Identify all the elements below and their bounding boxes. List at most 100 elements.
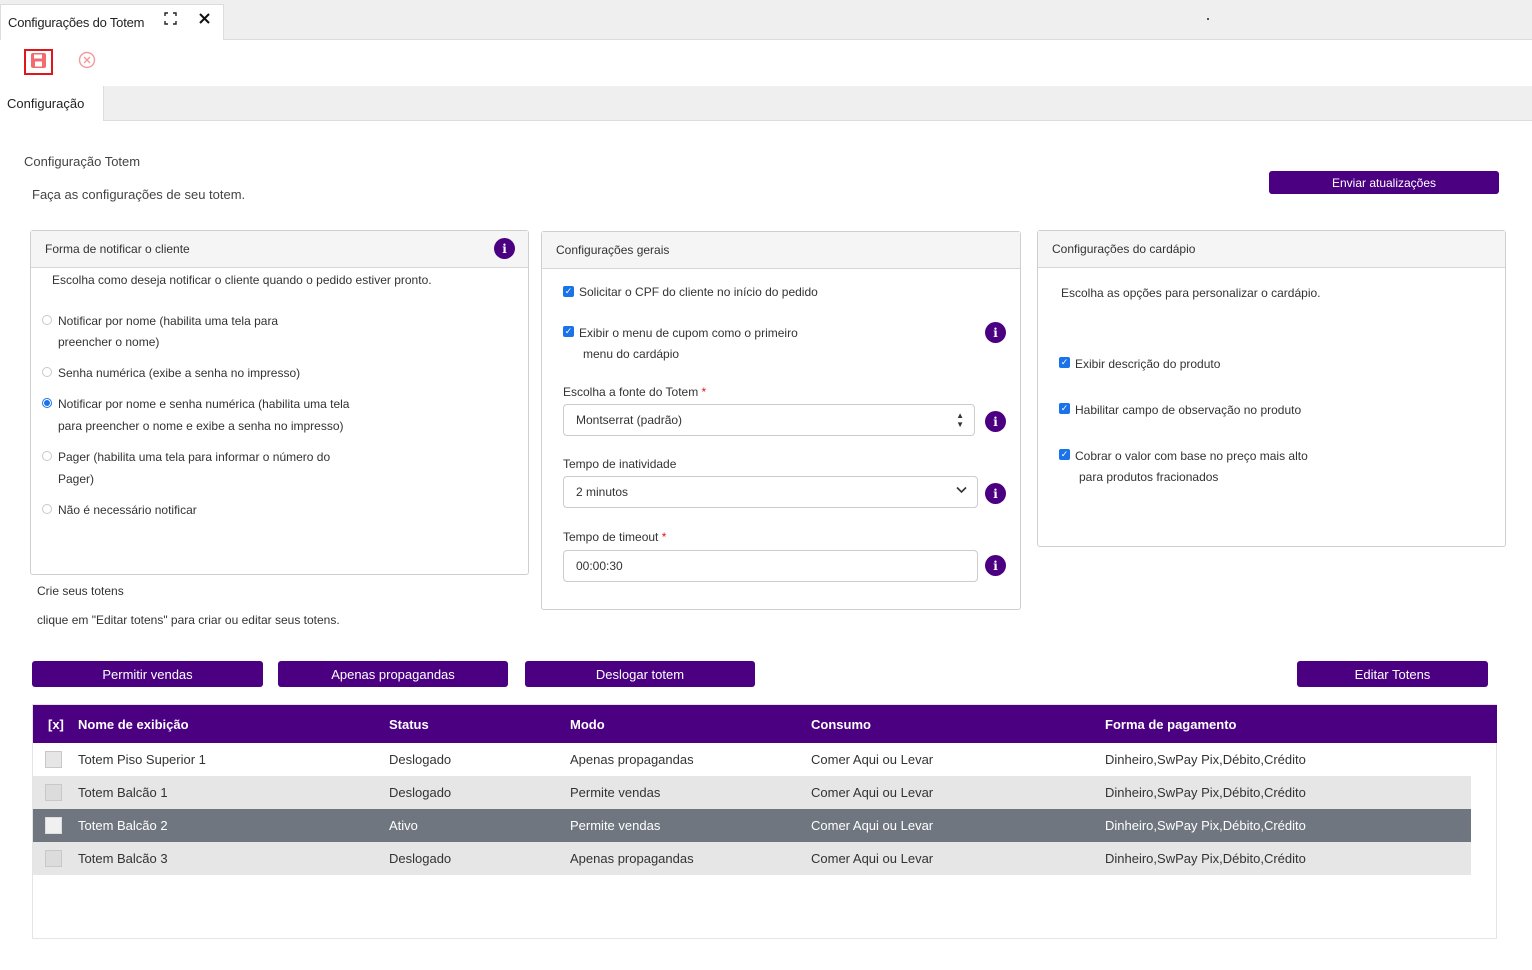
menu-card-header: Configurações do cardápio — [1038, 231, 1505, 268]
notify-card-header: Forma de notificar o cliente i — [31, 231, 528, 268]
cpf-label: Solicitar o CPF do cliente no início do … — [579, 285, 818, 299]
checkbox-show-description[interactable]: ✓ — [1059, 357, 1070, 368]
cancel-button[interactable] — [78, 51, 96, 72]
cell-mode: Permite vendas — [570, 818, 661, 833]
info-icon[interactable]: i — [985, 411, 1006, 432]
inactivity-select[interactable]: 2 minutos — [563, 476, 978, 508]
radio-name-and-password[interactable] — [42, 398, 52, 408]
allow-sales-button[interactable]: Permitir vendas — [32, 661, 263, 687]
menu-settings-card: Configurações do cardápio — [1037, 230, 1506, 547]
totems-title: Crie seus totens — [37, 584, 124, 598]
timeout-input[interactable]: 00:00:30 — [563, 550, 978, 582]
cell-name: Totem Balcão 2 — [78, 818, 168, 833]
cell-name: Totem Balcão 3 — [78, 851, 168, 866]
cell-payment: Dinheiro,SwPay Pix,Débito,Crédito — [1105, 851, 1306, 866]
cell-consumption: Comer Aqui ou Levar — [811, 851, 934, 866]
document-tab[interactable]: Configurações do Totem — [0, 4, 224, 40]
row-checkbox[interactable] — [45, 850, 62, 867]
maximize-icon[interactable] — [162, 10, 178, 26]
option-no-notify: Não é necessário notificar — [58, 503, 197, 517]
totems-hint: clique em "Editar totens" para criar ou … — [37, 613, 340, 627]
coupon-label-line2: menu do cardápio — [583, 347, 680, 361]
radio-pager[interactable] — [42, 451, 52, 461]
cell-payment: Dinheiro,SwPay Pix,Débito,Crédito — [1105, 752, 1306, 767]
divider-dot — [1207, 18, 1209, 20]
radio-notify-name[interactable] — [42, 315, 52, 325]
option-name-password-line2: para preencher o nome e exibe a senha no… — [58, 419, 344, 433]
timeout-input-value: 00:00:30 — [576, 559, 623, 573]
chevron-down-icon — [956, 486, 967, 497]
section-tabs: Configuração — [0, 86, 1532, 121]
cell-mode: Apenas propagandas — [570, 752, 694, 767]
font-select-value: Montserrat (padrão) — [576, 413, 683, 427]
column-name[interactable]: Nome de exibição — [78, 717, 189, 732]
table-header: [x] Nome de exibição Status Modo Consumo… — [33, 705, 1497, 743]
cell-mode: Apenas propagandas — [570, 851, 694, 866]
info-icon[interactable]: i — [985, 555, 1006, 576]
row-checkbox[interactable] — [45, 817, 62, 834]
document-tab-bar: Configurações do Totem — [0, 0, 1532, 40]
info-icon[interactable]: i — [494, 238, 515, 259]
font-label: Escolha a fonte do Totem * — [563, 385, 707, 399]
cell-consumption: Comer Aqui ou Levar — [811, 818, 934, 833]
radio-no-notify[interactable] — [42, 504, 52, 514]
checkbox-observation-field[interactable]: ✓ — [1059, 403, 1070, 414]
cancel-circle-icon — [78, 51, 96, 72]
checkbox-highest-price[interactable]: ✓ — [1059, 449, 1070, 460]
page-subtitle: Faça as configurações de seu totem. — [32, 187, 246, 202]
inactivity-select-value: 2 minutos — [576, 485, 629, 499]
cell-status: Deslogado — [389, 785, 452, 800]
checkbox-coupon-menu[interactable]: ✓ — [563, 326, 574, 337]
save-button[interactable] — [24, 49, 53, 75]
document-tab-title: Configurações do Totem — [8, 15, 145, 30]
info-icon[interactable]: i — [985, 322, 1006, 343]
row-checkbox[interactable] — [45, 751, 62, 768]
option-name-password-line1: Notificar por nome e senha numérica (hab… — [58, 397, 350, 411]
cell-name: Totem Piso Superior 1 — [78, 752, 206, 767]
notify-card-title: Forma de notificar o cliente — [45, 242, 190, 256]
cell-status: Ativo — [389, 818, 418, 833]
column-consumption[interactable]: Consumo — [811, 717, 871, 732]
observation-field-label: Habilitar campo de observação no produto — [1075, 403, 1302, 417]
menu-card-title: Configurações do cardápio — [1052, 242, 1196, 256]
column-payment[interactable]: Forma de pagamento — [1105, 717, 1236, 732]
option-notify-name-line2: preencher o nome) — [58, 335, 160, 349]
general-card-title: Configurações gerais — [556, 243, 670, 257]
inactivity-label: Tempo de inatividade — [563, 457, 677, 471]
option-numeric-password: Senha numérica (exibe a senha no impress… — [58, 366, 301, 380]
info-icon[interactable]: i — [985, 483, 1006, 504]
cell-status: Deslogado — [389, 851, 452, 866]
table-row-selected[interactable]: Totem Balcão 2 Ativo Permite vendas Come… — [33, 809, 1471, 842]
logout-totem-button[interactable]: Deslogar totem — [525, 661, 755, 687]
cell-name: Totem Balcão 1 — [78, 785, 168, 800]
option-pager-line1: Pager (habilita uma tela para informar o… — [58, 450, 331, 464]
highest-price-label-line1: Cobrar o valor com base no preço mais al… — [1075, 449, 1308, 463]
cell-status: Deslogado — [389, 752, 452, 767]
menu-intro: Escolha as opções para personalizar o ca… — [1061, 286, 1321, 300]
timeout-label: Tempo de timeout * — [563, 530, 667, 544]
toolbar — [0, 40, 1532, 86]
option-notify-name-line1: Notificar por nome (habilita uma tela pa… — [58, 314, 279, 328]
table-row[interactable]: Totem Balcão 1 Deslogado Permite vendas … — [33, 776, 1471, 809]
select-all-toggle[interactable]: [x] — [48, 717, 64, 732]
coupon-label-line1: Exibir o menu de cupom como o primeiro — [579, 326, 798, 340]
send-updates-button[interactable]: Enviar atualizações — [1269, 171, 1499, 194]
row-checkbox[interactable] — [45, 784, 62, 801]
checkbox-cpf[interactable]: ✓ — [563, 286, 574, 297]
option-pager-line2: Pager) — [58, 472, 95, 486]
cell-consumption: Comer Aqui ou Levar — [811, 785, 934, 800]
table-row[interactable]: Totem Piso Superior 1 Deslogado Apenas p… — [33, 743, 1471, 776]
table-row[interactable]: Totem Balcão 3 Deslogado Apenas propagan… — [33, 842, 1471, 875]
column-mode[interactable]: Modo — [570, 717, 605, 732]
ads-only-button[interactable]: Apenas propagandas — [278, 661, 508, 687]
edit-totems-button[interactable]: Editar Totens — [1297, 661, 1488, 687]
radio-numeric-password[interactable] — [42, 367, 52, 377]
notify-intro: Escolha como deseja notificar o cliente … — [52, 273, 432, 287]
column-status[interactable]: Status — [389, 717, 429, 732]
cell-payment: Dinheiro,SwPay Pix,Débito,Crédito — [1105, 818, 1306, 833]
totems-table: [x] Nome de exibição Status Modo Consumo… — [32, 704, 1497, 939]
cell-mode: Permite vendas — [570, 785, 661, 800]
tab-configuracao[interactable]: Configuração — [0, 86, 104, 121]
close-icon[interactable] — [196, 10, 212, 26]
font-select[interactable]: Montserrat (padrão) ▲ ▼ — [563, 404, 975, 436]
